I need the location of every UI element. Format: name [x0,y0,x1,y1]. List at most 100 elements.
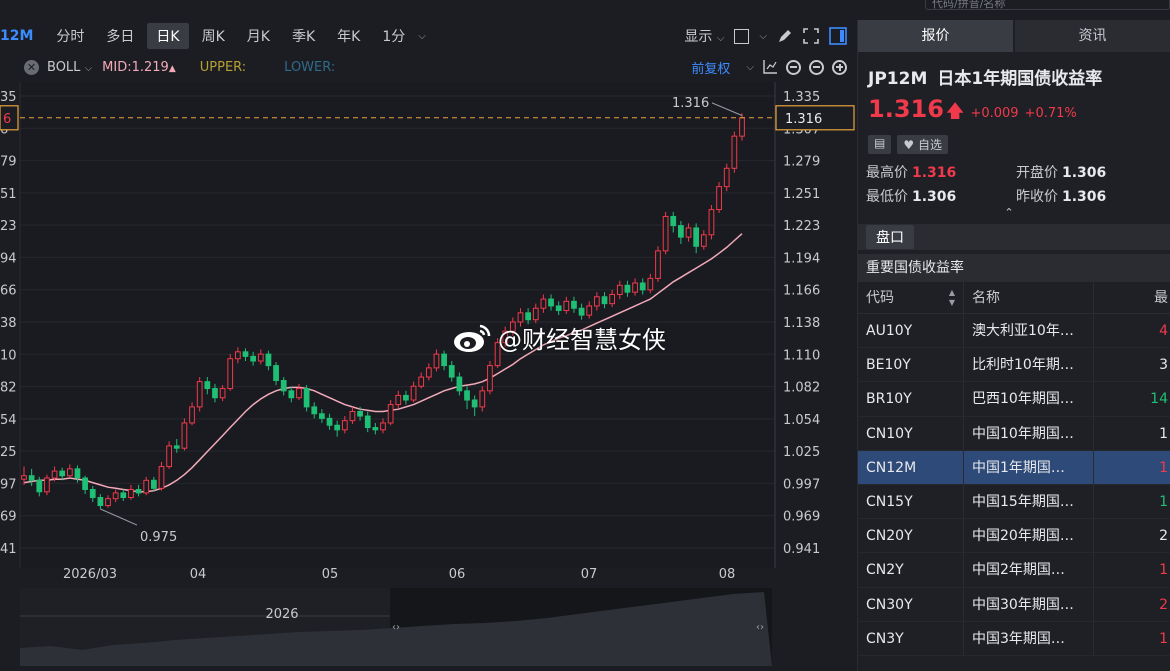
tab-period-4[interactable]: 月K [238,23,279,49]
candle-body [571,300,577,309]
candle-body [303,388,310,408]
row-value: 14 [1150,391,1168,408]
candle-body [257,353,264,362]
chevron-down-icon: ⌵ [716,33,725,44]
candle-body [403,394,409,401]
row-code: BR10Y [858,382,964,416]
candlestick-chart[interactable]: 1.335351.30761.279791.251511.223231.1949… [0,82,855,587]
watermark: @财经智慧女侠 [452,320,666,355]
tab-news[interactable]: 资讯 [1015,20,1170,52]
tab-period-3[interactable]: 周K [193,23,234,49]
minus-circle-icon[interactable] [809,59,824,75]
y-tick-label: 1.082 [783,381,820,396]
row-name: 中国20年期国… [964,519,1094,553]
table-row[interactable]: CN3Y 中国3年期国… 1 [858,621,1170,656]
table-row[interactable]: AU10Y 澳大利亚10年… 4 [858,314,1170,349]
candle-body [387,404,394,424]
left-tick-label: 79 [0,155,17,170]
pankou-button[interactable]: 盘口 [866,225,914,249]
y-tick-label: 1.110 [783,348,820,363]
minus-circle-icon[interactable] [786,59,801,75]
table-row[interactable]: CN15Y 中国15年期国… 1 [858,484,1170,520]
candle-body [150,479,157,489]
collapse-caret-icon[interactable]: ⌃ [848,206,1170,219]
candle-body [357,410,363,417]
chevron-down-icon[interactable]: ⌵ [746,62,754,73]
y-tick-label: 0.969 [783,510,820,525]
y-tick-label: 1.279 [783,155,820,170]
header-name[interactable]: 名称 [964,282,1094,313]
candle-body [273,365,279,382]
tab-period-6[interactable]: 年K [328,23,369,49]
current-price-label: 1.316 [785,112,822,127]
stat-label: 昨收价 [1016,189,1058,205]
header-last[interactable]: 最 [1094,282,1170,313]
row-name: 比利时10年期… [964,348,1094,382]
tab-quote[interactable]: 报价 [858,20,1013,52]
left-tick-label: 35 [0,90,17,105]
candle-body [464,390,470,401]
candle-body [639,282,646,291]
header-code[interactable]: 代码 ▲ ▼ [858,282,964,313]
time-navigator[interactable]: 2026 ‹› ‹› [20,588,772,666]
row-code: CN15Y [858,484,964,519]
stat-item: 昨收价 1.306 [1016,186,1166,206]
y-tick-label: 0.997 [783,477,820,492]
plus-circle-icon[interactable] [832,59,847,75]
display-menu[interactable]: 显示 ⌵ [684,26,724,46]
pen-icon[interactable] [777,28,793,44]
candle-body [456,376,463,392]
row-value: 4 [1159,323,1168,339]
tab-period-5[interactable]: 季K [283,23,324,49]
candle-body [700,234,707,247]
candle-body [723,167,730,188]
search-input[interactable]: 代码/拼音/名称 [925,0,1170,10]
panel-toggle-icon[interactable] [829,27,847,45]
candle-body [196,381,203,408]
favorite-button[interactable]: ♥ 自选 [897,135,948,154]
row-value: 1 [1159,493,1168,510]
candle-body [616,284,623,295]
x-tick-label: 07 [581,567,598,582]
table-row[interactable]: CN30Y 中国30年期国… 2 [858,587,1170,622]
close-icon[interactable]: ✕ [24,59,39,75]
candle-body [89,488,96,499]
tab-period-0[interactable]: 分时 [47,23,93,49]
row-value: 2 [1159,528,1168,545]
table-row[interactable]: BR10Y 巴西10年期国… 14 [858,382,1170,417]
table-row[interactable]: CN20Y 中国20年期国… 2 [858,519,1170,554]
period-tabs: 分时 多日 日K 周K 月K 季K 年K 1分 [47,23,418,49]
stat-item: 开盘价 1.306 [1016,162,1166,182]
candle-body [731,135,738,169]
expand-icon[interactable] [803,28,819,44]
candle-body [280,380,287,392]
row-value: 3 [1159,357,1168,374]
x-tick-label: 05 [322,567,339,582]
axis-scale-icon[interactable] [762,59,778,75]
stat-label: 开盘价 [1016,165,1058,181]
tab-period-2[interactable]: 日K [147,23,189,49]
chevron-down-icon[interactable]: ⌵ [418,31,426,42]
note-icon[interactable]: ▤ [868,135,892,154]
indicator-select[interactable]: BOLL ⌵ [47,60,92,75]
left-tick-label: 38 [0,316,17,331]
table-row[interactable]: CN10Y 中国10年期国… 1 [858,416,1170,451]
checkbox-icon[interactable] [734,28,750,44]
sort-icon: ▲ ▼ [948,288,955,307]
left-tick-label: 69 [0,510,17,525]
tab-period-1[interactable]: 多日 [97,23,143,49]
row-code: AU10Y [858,314,964,348]
tab-period-7[interactable]: 1分 [373,23,414,49]
table-row[interactable]: CN2Y 中国2年期国… 1 [858,553,1170,588]
adjust-select[interactable]: 前复权 [691,58,730,77]
candle-body [204,381,211,390]
candle-body [716,186,722,211]
table-row[interactable]: BE10Y 比利时10年期… 3 [858,348,1170,383]
chevron-down-icon[interactable]: ⌵ [759,31,767,42]
candle-body [670,215,677,227]
header-code-label: 代码 [866,290,894,306]
navigator-year: 2026 [265,607,298,622]
table-row[interactable]: CN12M 中国1年期国… 1 [858,450,1170,485]
row-name: 中国10年期国… [964,416,1094,450]
y-tick-label: 1.251 [783,187,820,202]
